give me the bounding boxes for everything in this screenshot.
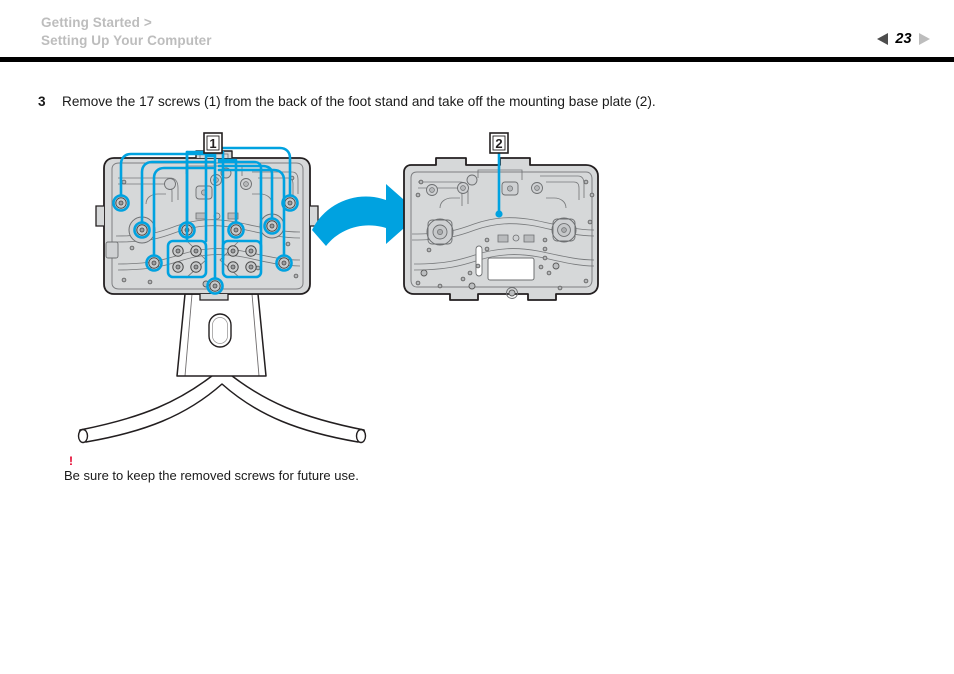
note-text: Be sure to keep the removed screws for f… bbox=[64, 468, 359, 483]
stand-legs bbox=[77, 367, 367, 444]
foot-stand-illustration bbox=[77, 138, 367, 444]
step-instruction: 3 Remove the 17 screws (1) from the back … bbox=[38, 93, 918, 110]
breadcrumb: Getting Started > Setting Up Your Comput… bbox=[41, 14, 212, 50]
page-header: Getting Started > Setting Up Your Comput… bbox=[0, 0, 954, 62]
breadcrumb-parent[interactable]: Getting Started > bbox=[41, 14, 212, 32]
breadcrumb-current: Setting Up Your Computer bbox=[41, 33, 212, 48]
exclamation-icon: ! bbox=[69, 454, 73, 468]
illustration-figure: 1 2 bbox=[0, 118, 954, 458]
callout-1-box: 1 bbox=[203, 132, 223, 154]
note-block: ! Be sure to keep the removed screws for… bbox=[64, 454, 564, 484]
next-page-icon[interactable] bbox=[919, 33, 930, 45]
page-navigation: 23 bbox=[877, 31, 930, 47]
page-number: 23 bbox=[895, 31, 912, 47]
step-number: 3 bbox=[38, 94, 46, 109]
stand-neck bbox=[176, 293, 267, 377]
assembly-diagram: 1 2 bbox=[77, 132, 599, 444]
callout-2-box: 2 bbox=[489, 132, 509, 154]
step-text: Remove the 17 screws (1) from the back o… bbox=[62, 94, 656, 109]
callout-2-label: 2 bbox=[495, 136, 502, 151]
mounting-base-plate-illustration bbox=[403, 138, 599, 301]
callout-1-label: 1 bbox=[209, 136, 216, 151]
header-divider bbox=[0, 57, 954, 62]
previous-page-icon[interactable] bbox=[877, 33, 888, 45]
